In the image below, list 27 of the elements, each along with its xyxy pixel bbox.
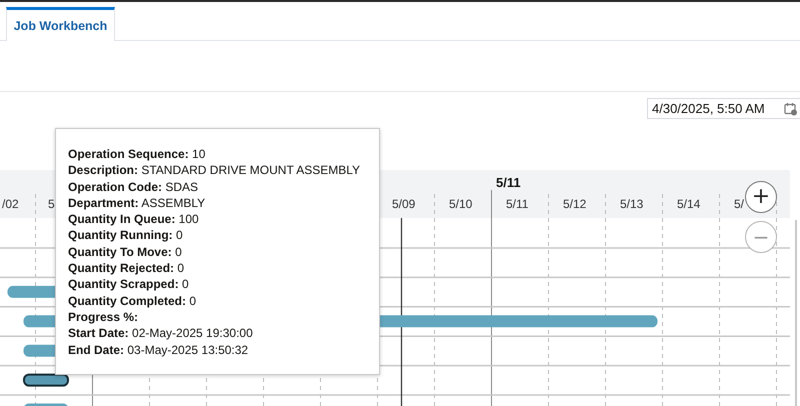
day-label: 5/10 [449,197,472,211]
tooltip-line: Quantity To Move: 0 [68,244,182,260]
tooltip-line: Quantity Rejected: 0 [68,260,184,276]
day-label: 5/09 [392,197,416,211]
day-label: 5/11 [506,197,528,211]
tooltip-line: Operation Sequence: 10 [68,146,206,162]
day-label: 5/14 [677,197,700,211]
calendar-icon[interactable] [784,102,798,116]
tooltip-line: Quantity Running: 0 [68,227,183,244]
tooltip-line: Quantity Completed: 0 [68,292,196,309]
day-label: 5 [48,197,55,211]
day-label: 5/ [734,197,744,211]
day-label: 5/13 [620,197,644,211]
day-label: /02 [2,197,19,211]
tooltip-line: Description: STANDARD DRIVE MOUNT ASSEMBLY [68,162,360,179]
week-label: 5/11 [496,175,521,190]
tooltip-line: Progress %: [68,308,138,326]
tooltip-line: Department: ASSEMBLY [68,194,206,212]
tooltip-line: Start Date: 02-May-2025 19:30:00 [68,325,253,342]
tooltip-line: Quantity In Queue: 100 [68,211,199,228]
tab[interactable]: Job Workbench [6,7,115,41]
tooltip-line: End Date: 03-May-2025 13:50:32 [68,342,248,358]
date-field[interactable]: 4/30/2025, 5:50 AM [647,98,800,119]
day-label: 5/12 [563,197,586,211]
tooltip-line: Operation Code: SDAS [68,178,198,195]
tooltip-line: Quantity Scrapped: 0 [68,276,189,293]
gantt-bar[interactable] [23,374,69,387]
